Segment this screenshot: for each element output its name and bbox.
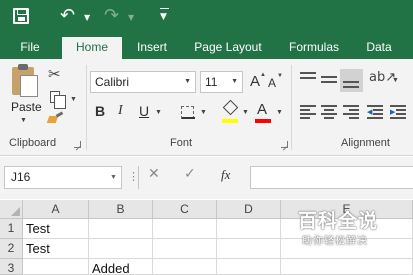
row-header-1[interactable]: 1 bbox=[0, 219, 23, 239]
row-header-3[interactable]: 3 bbox=[0, 259, 23, 275]
borders-icon[interactable] bbox=[181, 106, 195, 119]
tab-data[interactable]: Data bbox=[360, 37, 398, 59]
align-center-icon[interactable] bbox=[321, 105, 337, 119]
fill-color-icon[interactable] bbox=[222, 101, 238, 117]
customize-toolbar-icon[interactable]: ▼ bbox=[160, 8, 169, 22]
ribbon-home: Paste ▼ ✂ ▼ Clipboard Calibri ▼ 11 ▼ A ▲… bbox=[0, 59, 413, 156]
column-header-a[interactable]: A bbox=[23, 200, 89, 219]
name-box-dropdown-icon[interactable]: ▼ bbox=[110, 174, 117, 181]
cell-a1[interactable]: Test bbox=[23, 219, 89, 239]
save-icon[interactable] bbox=[13, 8, 29, 24]
watermark-subtitle: 助你轻松解决 bbox=[302, 236, 368, 247]
font-name-select[interactable]: Calibri ▼ bbox=[90, 71, 196, 93]
cell-b2[interactable] bbox=[89, 239, 153, 259]
watermark: 百科全说 助你轻松解决 bbox=[292, 206, 412, 250]
watermark-title: 百科全说 bbox=[298, 211, 379, 232]
chevron-down-icon: ▼ bbox=[231, 78, 238, 85]
cell-a3[interactable] bbox=[23, 259, 89, 275]
cell-e3[interactable] bbox=[281, 259, 413, 275]
cell-d1[interactable] bbox=[217, 219, 281, 239]
group-divider bbox=[291, 65, 292, 150]
align-left-icon[interactable] bbox=[300, 105, 316, 119]
italic-button[interactable]: I bbox=[118, 103, 123, 119]
font-size-value: 11 bbox=[205, 75, 218, 89]
bottom-align-icon[interactable] bbox=[343, 72, 359, 88]
formula-bar-grip-icon[interactable]: ⋮ bbox=[128, 170, 139, 183]
font-launcher-icon[interactable] bbox=[281, 141, 288, 148]
font-color-dropdown-icon[interactable]: ▼ bbox=[276, 109, 283, 116]
font-color-button[interactable]: A bbox=[257, 101, 267, 118]
decrease-indent-icon[interactable]: ◀ bbox=[367, 105, 383, 119]
decrease-font-size-button[interactable]: A bbox=[268, 76, 276, 90]
fill-color-dropdown-icon[interactable]: ▼ bbox=[242, 109, 249, 116]
font-size-select[interactable]: 11 ▼ bbox=[200, 71, 243, 93]
alignment-group-label: Alignment bbox=[341, 137, 390, 149]
name-box[interactable]: J16 bbox=[4, 166, 122, 189]
insert-function-button[interactable]: fx bbox=[221, 167, 230, 183]
formula-input[interactable] bbox=[250, 166, 413, 189]
tab-formulas[interactable]: Formulas bbox=[280, 37, 348, 59]
ribbon-tabs: File Home Insert Page Layout Formulas Da… bbox=[0, 37, 413, 59]
underline-button[interactable]: U bbox=[139, 103, 149, 119]
clipboard-group-label: Clipboard bbox=[9, 137, 57, 149]
paste-button[interactable]: Paste bbox=[11, 100, 42, 114]
chevron-down-icon: ▼ bbox=[184, 78, 191, 85]
format-painter-icon[interactable] bbox=[48, 113, 64, 125]
redo-dropdown-icon[interactable]: ▼ bbox=[128, 13, 134, 22]
cell-b1[interactable] bbox=[89, 219, 153, 239]
cell-c3[interactable] bbox=[153, 259, 217, 275]
top-align-icon[interactable] bbox=[300, 72, 316, 88]
cell-a2[interactable]: Test bbox=[23, 239, 89, 259]
copy-dropdown-icon[interactable]: ▼ bbox=[70, 96, 77, 103]
redo-icon[interactable]: ↷ bbox=[104, 5, 119, 26]
copy-icon[interactable] bbox=[50, 91, 66, 109]
formula-bar-divider bbox=[138, 166, 139, 189]
column-header-b[interactable]: B bbox=[89, 200, 153, 219]
grow-arrow-icon: ▲ bbox=[260, 72, 266, 78]
cell-d3[interactable] bbox=[217, 259, 281, 275]
cell-c2[interactable] bbox=[153, 239, 217, 259]
column-header-d[interactable]: D bbox=[217, 200, 281, 219]
font-name-value: Calibri bbox=[95, 75, 130, 89]
undo-icon[interactable]: ↶ bbox=[60, 5, 75, 26]
font-color-swatch bbox=[255, 119, 271, 123]
increase-font-size-button[interactable]: A bbox=[250, 73, 260, 90]
bold-button[interactable]: B bbox=[95, 103, 105, 119]
underline-dropdown-icon[interactable]: ▼ bbox=[155, 109, 162, 116]
tab-insert[interactable]: Insert bbox=[129, 37, 175, 59]
cut-icon[interactable]: ✂ bbox=[48, 65, 61, 83]
column-header-c[interactable]: C bbox=[153, 200, 217, 219]
undo-dropdown-icon[interactable]: ▼ bbox=[84, 13, 90, 22]
tab-file[interactable]: File bbox=[10, 37, 50, 59]
align-right-icon[interactable] bbox=[343, 105, 359, 119]
middle-align-icon[interactable] bbox=[321, 72, 337, 88]
title-bar: ↶ ▼ ↷ ▼ ▼ bbox=[0, 0, 413, 37]
borders-dropdown-icon[interactable]: ▼ bbox=[200, 109, 207, 116]
cell-c1[interactable] bbox=[153, 219, 217, 239]
paste-dropdown-icon[interactable]: ▼ bbox=[20, 117, 27, 124]
select-all-button[interactable] bbox=[0, 200, 23, 219]
row-header-2[interactable]: 2 bbox=[0, 239, 23, 259]
tab-home[interactable]: Home bbox=[62, 37, 122, 59]
paste-icon[interactable] bbox=[12, 64, 38, 97]
enter-icon[interactable]: ✓ bbox=[184, 166, 196, 182]
cancel-icon[interactable]: ✕ bbox=[148, 166, 160, 182]
clipboard-launcher-icon[interactable] bbox=[74, 141, 81, 148]
shrink-arrow-icon: ▼ bbox=[277, 73, 283, 79]
cell-b3[interactable]: Added bbox=[89, 259, 153, 275]
fill-color-swatch bbox=[222, 119, 238, 123]
cell-d2[interactable] bbox=[217, 239, 281, 259]
tab-page-layout[interactable]: Page Layout bbox=[188, 37, 268, 59]
orientation-dropdown-icon[interactable]: ▼ bbox=[392, 77, 399, 84]
increase-indent-icon[interactable]: ▶ bbox=[390, 105, 406, 119]
group-divider bbox=[86, 65, 87, 150]
font-group-label: Font bbox=[170, 137, 193, 149]
